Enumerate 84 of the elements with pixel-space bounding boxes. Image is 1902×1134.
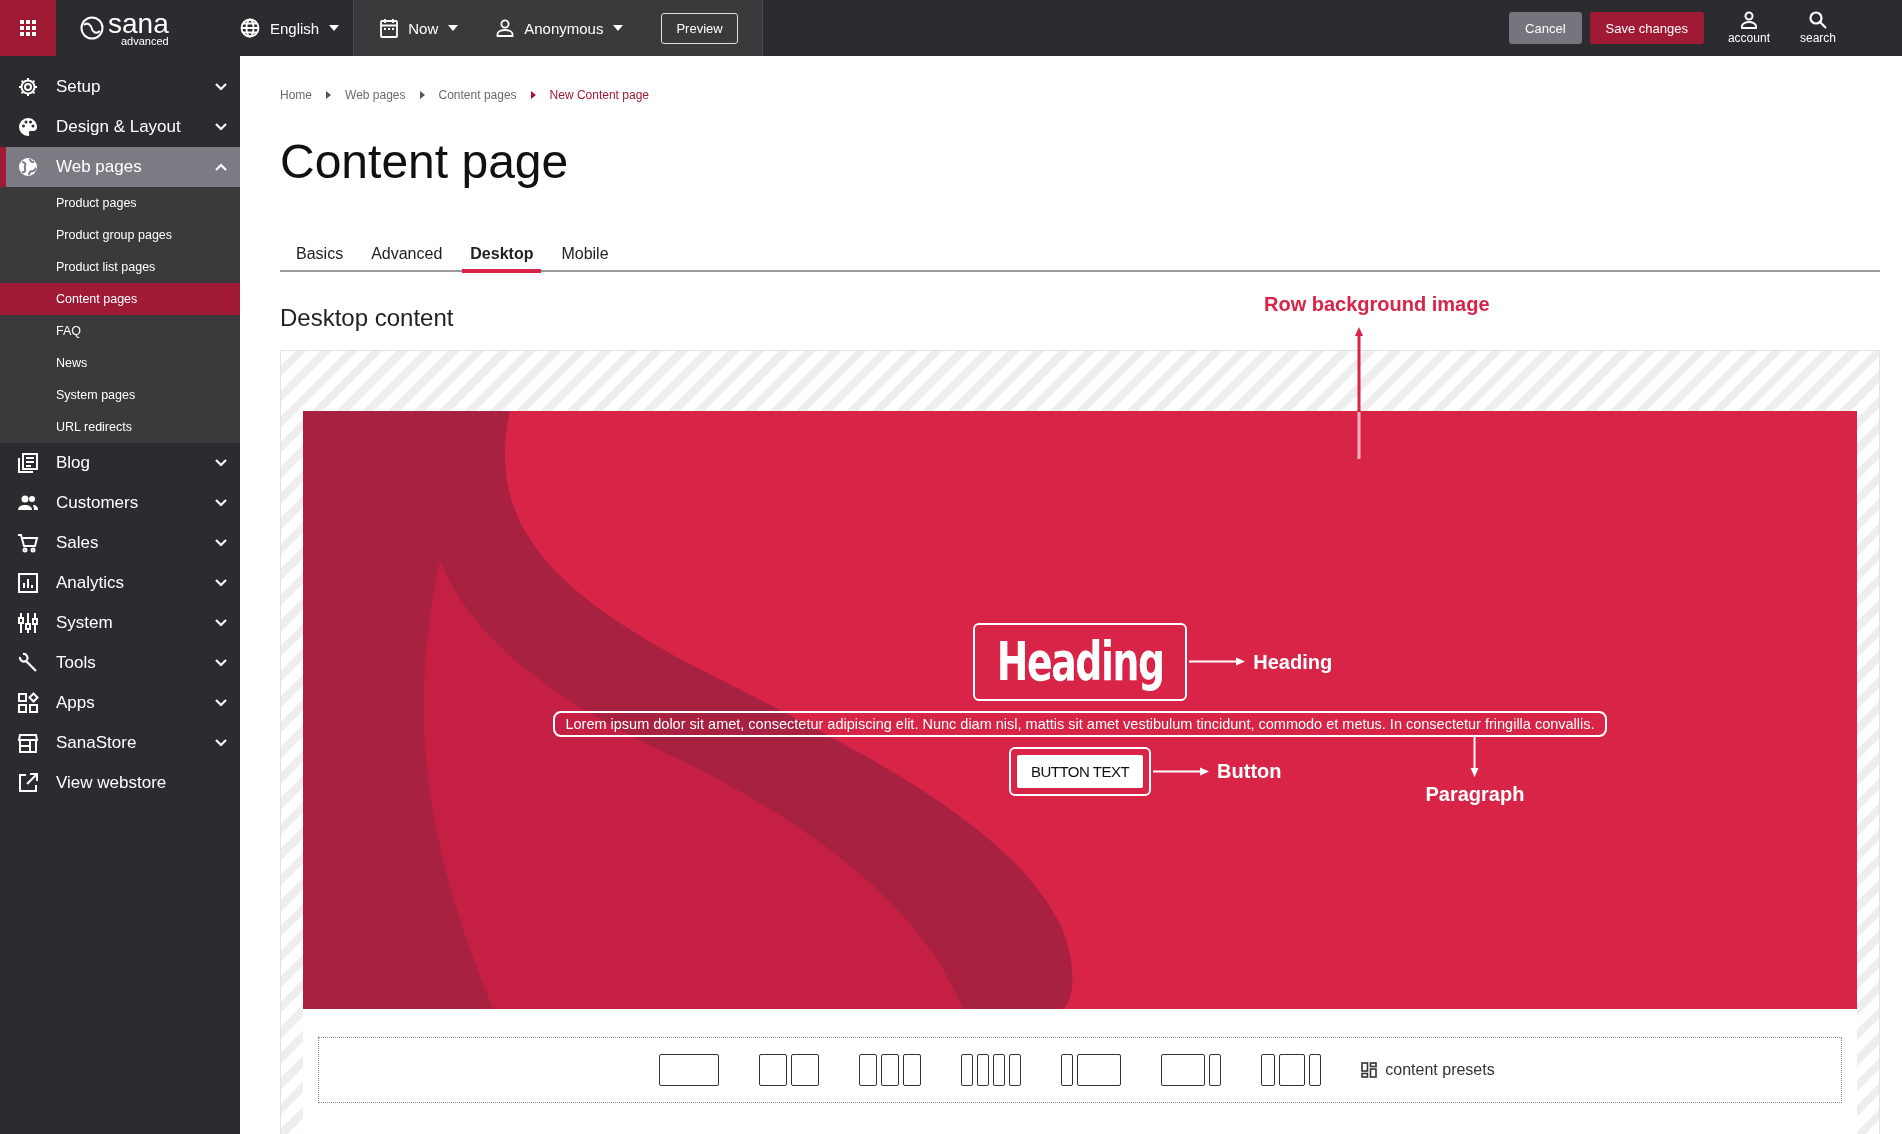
annotation-label: Row background image (1264, 292, 1490, 316)
caret-icon (613, 25, 624, 31)
cart-icon (17, 532, 39, 554)
sidebar-item[interactable]: View webstore (0, 763, 240, 803)
breadcrumb-link[interactable]: New Content page (549, 88, 649, 102)
date-dropdown[interactable]: Now (366, 0, 473, 56)
annotation-label: Button (1217, 759, 1282, 783)
column-layout-button[interactable] (1261, 1053, 1322, 1086)
sidebar-subitem[interactable]: URL redirects (0, 411, 240, 443)
caret-icon (326, 91, 331, 99)
sidebar-item[interactable]: Analytics (0, 563, 240, 603)
save-button[interactable]: Save changes (1589, 12, 1704, 44)
person-icon (1739, 11, 1758, 29)
column-layout-button[interactable] (659, 1053, 720, 1086)
sidebar-item[interactable]: SanaStore (0, 723, 240, 763)
sidebar-item[interactable]: Customers (0, 483, 240, 523)
paragraph-text: Lorem ipsum dolor sit amet, consectetur adipiscing elit. Nunc diam nisl, mattis sit amet vestibulum tincidunt, commodo et metus. In consectetur fringilla convallis. (553, 710, 1607, 737)
column-layout-button[interactable] (759, 1053, 820, 1086)
preview-button[interactable]: Preview (661, 12, 738, 44)
sidebar-item[interactable]: Sales (0, 523, 240, 563)
sliders-icon (17, 612, 39, 634)
tab[interactable]: Advanced (363, 240, 451, 273)
breadcrumb-link[interactable]: Content pages (438, 88, 517, 102)
breadcrumb-link[interactable]: Web pages (345, 88, 406, 102)
wrench-icon (17, 652, 39, 674)
cancel-button[interactable]: Cancel (1509, 12, 1582, 44)
caret-icon (448, 25, 459, 31)
column-layout-button[interactable] (859, 1053, 922, 1086)
grid-icon (20, 20, 36, 36)
logo-icon (80, 16, 104, 40)
caret-icon (419, 91, 425, 99)
tab[interactable]: Basics (288, 240, 352, 273)
caret-icon (329, 25, 340, 31)
tab[interactable]: Mobile (553, 240, 617, 273)
sidebar-item[interactable]: System (0, 603, 240, 643)
tab[interactable]: Desktop (462, 240, 542, 273)
search-button[interactable]: search (1793, 11, 1842, 45)
annotation-label: Paragraph (1425, 782, 1525, 806)
sidebar-item[interactable]: Tools (0, 643, 240, 683)
sidebar-subitem[interactable]: Content pages (0, 283, 240, 315)
page-title: Content page (280, 136, 570, 189)
sidebar-subitem[interactable]: Product list pages (0, 251, 240, 283)
sidebar-subitem[interactable]: FAQ (0, 315, 240, 347)
column-layout-button[interactable] (961, 1053, 1022, 1086)
bar-chart-icon (17, 572, 39, 594)
gear-icon (17, 76, 39, 98)
column-layout-button[interactable] (1061, 1053, 1122, 1086)
arrow-icon (1153, 766, 1210, 777)
grid-icon (1361, 1061, 1378, 1078)
breadcrumb-link[interactable]: Home (280, 88, 312, 102)
search-icon (1809, 11, 1827, 29)
apps-icon (17, 692, 39, 714)
globe-icon (240, 18, 260, 38)
sidebar-subitem[interactable]: System pages (0, 379, 240, 411)
store-icon (17, 732, 39, 754)
caret-icon (530, 91, 536, 99)
annotation-label: Heading (1253, 650, 1333, 674)
logo-name: sana (108, 9, 169, 38)
palette-icon (17, 116, 39, 138)
arrow-icon (1189, 656, 1246, 667)
heading-text: Heading (996, 628, 1164, 695)
calendar-icon (380, 18, 399, 38)
sidebar-item[interactable]: Design & Layout (0, 107, 240, 147)
arrow-icon (1469, 736, 1480, 777)
sample-button[interactable]: BUTTON TEXT (1016, 754, 1144, 788)
external-link-icon (17, 772, 39, 794)
sidebar-item[interactable]: Apps (0, 683, 240, 723)
sidebar-item[interactable]: Web pages (0, 147, 240, 187)
logo-subtitle: advanced (121, 35, 169, 47)
content-presets-button[interactable]: content presets (1355, 1059, 1501, 1080)
globe-icon (17, 156, 39, 178)
newspaper-icon (17, 452, 39, 474)
sidebar-item[interactable]: Setup (0, 67, 240, 107)
column-layout-button[interactable] (1161, 1053, 1222, 1086)
account-button[interactable]: account (1721, 11, 1776, 45)
sidebar-item[interactable]: Blog (0, 443, 240, 483)
section-title: Desktop content (280, 303, 454, 332)
sidebar-subitem[interactable]: Product pages (0, 187, 240, 219)
sidebar-subitem[interactable]: Product group pages (0, 219, 240, 251)
user-dropdown[interactable]: Anonymous (482, 0, 638, 56)
language-dropdown[interactable]: English (230, 0, 354, 56)
apps-menu-button[interactable] (0, 0, 56, 56)
person-icon (496, 19, 515, 37)
sidebar-subitem[interactable]: News (0, 347, 240, 379)
